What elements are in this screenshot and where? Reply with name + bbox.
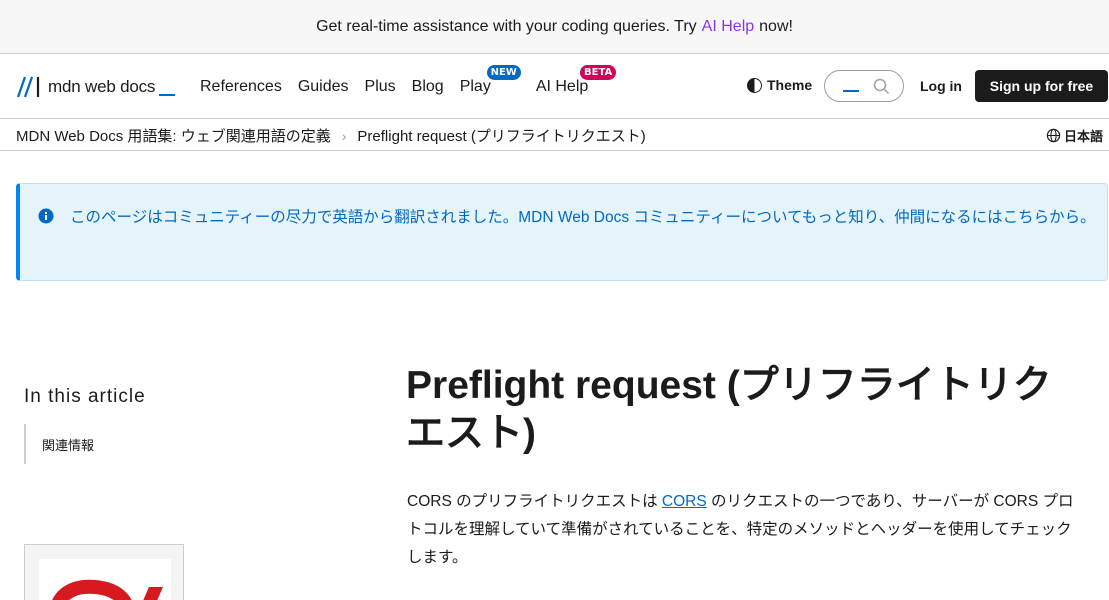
page-title: Preflight request (プリフライトリクエスト)	[406, 364, 1052, 455]
nav-plus[interactable]: Plus	[365, 78, 396, 96]
breadcrumb-bar: MDN Web Docs 用語集: ウェブ関連用語の定義 › Preflight…	[0, 118, 1109, 151]
mdn-logo-icon	[16, 76, 40, 98]
theme-label: Theme	[767, 77, 813, 93]
top-banner: Get real-time assistance with your codin…	[0, 0, 1109, 54]
nav-play[interactable]: Play NEW	[459, 64, 521, 96]
theme-switcher[interactable]: Theme	[747, 77, 812, 93]
translation-notice: このページはコミュニティーの尽力で英語から翻訳されました。MDN Web Doc…	[16, 183, 1108, 281]
nav-ai-help[interactable]: AI Help BETA	[535, 64, 617, 96]
toc-list: 関連情報	[24, 424, 94, 464]
para-text-start: CORS のプリフライトリクエストは	[407, 493, 658, 510]
beta-badge: BETA	[580, 64, 617, 80]
banner-text-end: now!	[759, 17, 793, 35]
info-icon	[38, 208, 54, 224]
login-link[interactable]: Log in	[920, 78, 962, 94]
search-icon	[873, 78, 890, 95]
nav-ai-help-label: AI Help	[535, 77, 589, 95]
ad-logo-icon	[52, 579, 163, 600]
theme-icon	[747, 77, 762, 93]
language-switcher[interactable]: 日本語	[1046, 126, 1103, 145]
article-paragraph: CORS のプリフライトリクエストは CORS のリクエストの一つであり、サーバ…	[407, 488, 1079, 572]
logo-text: mdn web docs	[48, 77, 156, 96]
search-input[interactable]	[824, 70, 904, 102]
signup-button[interactable]: Sign up for free	[975, 70, 1108, 102]
toc-item-related[interactable]: 関連情報	[42, 435, 94, 454]
logo-cursor	[159, 94, 176, 96]
language-label: 日本語	[1063, 129, 1103, 144]
search-cursor	[843, 90, 859, 92]
main-nav: References Guides Plus Blog Play NEW AI …	[200, 55, 617, 118]
cors-link[interactable]: CORS	[662, 493, 707, 510]
site-header: mdn web docs References Guides Plus Blog…	[0, 55, 1109, 118]
toc-title: In this article	[24, 386, 146, 407]
nav-play-label: Play	[459, 77, 491, 95]
ad-image	[39, 559, 171, 600]
mdn-logo[interactable]: mdn web docs	[16, 75, 176, 99]
chevron-right-icon: ›	[341, 127, 347, 144]
breadcrumb: MDN Web Docs 用語集: ウェブ関連用語の定義 › Preflight…	[16, 125, 646, 146]
notice-text[interactable]: このページはコミュニティーの尽力で英語から翻訳されました。MDN Web Doc…	[70, 202, 1100, 234]
nav-references[interactable]: References	[200, 78, 282, 96]
nav-blog[interactable]: Blog	[412, 78, 444, 96]
new-badge: NEW	[486, 64, 521, 80]
banner-ai-help-link[interactable]: AI Help	[702, 18, 754, 36]
breadcrumb-item-glossary[interactable]: MDN Web Docs 用語集: ウェブ関連用語の定義	[16, 125, 331, 146]
banner-text: Get real-time assistance with your codin…	[316, 17, 697, 35]
sidebar-ad[interactable]	[24, 544, 184, 600]
globe-icon	[1046, 128, 1061, 143]
nav-guides[interactable]: Guides	[298, 78, 349, 96]
breadcrumb-item-current[interactable]: Preflight request (プリフライトリクエスト)	[357, 125, 645, 146]
